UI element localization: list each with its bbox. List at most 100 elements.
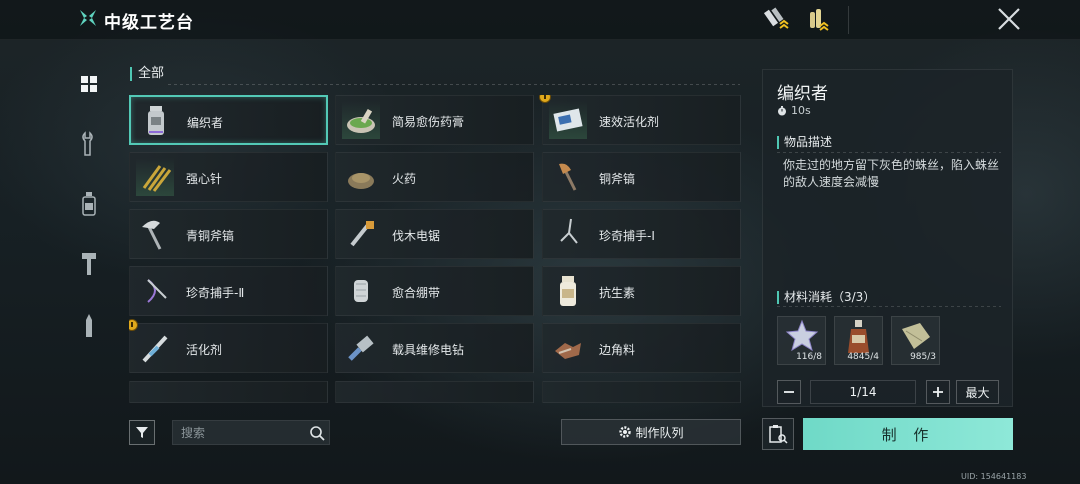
- workbench-logo-icon: [80, 10, 96, 26]
- bandage-icon: [354, 280, 368, 302]
- grabber-icon: [560, 218, 578, 244]
- close-icon[interactable]: [996, 6, 1022, 32]
- recipe-card-grabber-1[interactable]: 珍奇捕手-I: [542, 209, 741, 259]
- decrease-button[interactable]: [777, 380, 801, 404]
- recipe-label: 珍奇捕手-Ⅱ: [186, 286, 245, 300]
- section-divider: [168, 84, 740, 85]
- chainsaw-icon: [350, 221, 374, 247]
- grabber-bow-icon: [147, 279, 167, 303]
- recipe-label: 火药: [392, 172, 417, 186]
- craft-time-value: 10s: [791, 104, 811, 117]
- recipe-info-button[interactable]: [762, 418, 794, 450]
- craft-time: 10s: [777, 104, 811, 117]
- injector-icon: [142, 335, 168, 363]
- page-title: 中级工艺台: [104, 13, 194, 33]
- recipe-label: 载具维修电钻: [392, 343, 465, 357]
- search-input[interactable]: [181, 425, 309, 441]
- recipe-card-fast-activator[interactable]: 速效活化剂: [539, 95, 741, 145]
- section-title: 全部: [130, 67, 164, 81]
- material-slot[interactable]: 116/8: [777, 316, 826, 365]
- weaver-jar-icon: [148, 106, 164, 135]
- user-id: UID: 154641183: [961, 472, 1027, 481]
- description-divider: [777, 152, 1001, 153]
- gunpowder-icon: [348, 173, 374, 189]
- materials-divider: [777, 306, 1001, 307]
- recipe-card-grabber-2[interactable]: 珍奇捕手-Ⅱ: [129, 266, 328, 316]
- recipe-card-antibiotic[interactable]: 抗生素: [542, 266, 741, 316]
- activator-box-icon: [549, 101, 587, 139]
- material-count: 116/8: [796, 352, 822, 362]
- craft-button[interactable]: 制 作: [803, 418, 1013, 450]
- nav-hammers[interactable]: [74, 249, 104, 279]
- max-button[interactable]: 最大: [956, 380, 999, 404]
- wrench-icon: [82, 131, 93, 156]
- minus-icon: [784, 391, 794, 393]
- mortar-ointment-icon: [342, 101, 380, 139]
- recipe-card-activator[interactable]: 活化剂: [129, 319, 328, 373]
- craft-queue-button[interactable]: 制作队列: [561, 419, 741, 445]
- ammo-upgrade-icon[interactable]: [804, 6, 834, 34]
- recipe-card-gunpowder[interactable]: 火药: [335, 152, 534, 202]
- search-icon[interactable]: [309, 425, 325, 441]
- recipe-card-drill[interactable]: 载具维修电钻: [335, 323, 534, 373]
- recipe-card-scrap[interactable]: 边角料: [542, 323, 741, 373]
- material-count: 985/3: [910, 352, 936, 362]
- recipe-card-partial[interactable]: [335, 381, 534, 403]
- recipe-label: 愈合绷带: [392, 286, 441, 300]
- bronze-pickaxe-icon: [142, 220, 162, 250]
- recipe-label: 珍奇捕手-I: [599, 229, 655, 243]
- recipe-label: 抗生素: [599, 286, 636, 300]
- bullet-icon: [86, 314, 92, 337]
- description-heading: 物品描述: [777, 136, 832, 149]
- craft-queue-label: 制作队列: [635, 425, 684, 440]
- recipe-label: 速效活化剂: [599, 115, 660, 129]
- recipe-label: 边角料: [599, 343, 636, 357]
- star-crystal-icon: [785, 319, 819, 352]
- copper-axe-icon: [559, 163, 577, 191]
- recipe-card-partial[interactable]: [542, 381, 741, 403]
- recipe-label: 活化剂: [186, 343, 223, 357]
- recipe-card-bandage[interactable]: 愈合绷带: [335, 266, 534, 316]
- nav-consumables[interactable]: [74, 189, 104, 219]
- top-bar: 中级工艺台: [0, 0, 1080, 40]
- search-box: [172, 420, 330, 445]
- cloth-icon: [902, 323, 930, 349]
- tool-upgrade-icon[interactable]: [762, 6, 792, 34]
- nav-ammo[interactable]: [74, 311, 104, 341]
- recipe-card-ointment[interactable]: 简易愈伤药膏: [335, 95, 534, 145]
- recipe-label: 铜斧镐: [599, 172, 636, 186]
- recipe-card-bronze-pickaxe[interactable]: 青铜斧镐: [129, 209, 328, 259]
- pill-bottle-icon: [560, 276, 576, 306]
- filter-button[interactable]: [129, 420, 155, 445]
- fuel-bottle-icon: [848, 320, 869, 353]
- recipe-label: 青铜斧镐: [186, 229, 235, 243]
- item-detail-panel: 编织者 10s 物品描述 你走过的地方留下灰色的蛛丝，陷入蛛丝的敌人速度会减慢 …: [762, 69, 1013, 407]
- recipe-label: 伐木电锯: [392, 229, 441, 243]
- materials-heading: 材料消耗（3/3）: [777, 291, 875, 304]
- nav-tools[interactable]: [74, 129, 104, 159]
- nav-all[interactable]: [74, 69, 104, 99]
- scrap-icon: [555, 343, 581, 359]
- recipe-label: 编织者: [187, 116, 224, 130]
- recipe-card-adrenaline[interactable]: 强心针: [129, 152, 328, 202]
- detail-title: 编织者: [777, 84, 828, 104]
- gear-icon: [619, 426, 632, 438]
- syringes-icon: [136, 158, 174, 196]
- hammer-icon: [82, 253, 96, 275]
- recipe-label: 简易愈伤药膏: [392, 115, 465, 129]
- increase-button[interactable]: [926, 380, 950, 404]
- material-count: 4845/4: [847, 352, 879, 362]
- recipe-card-weaver[interactable]: 编织者: [129, 95, 328, 145]
- top-separator: [848, 6, 849, 34]
- recipe-label: 强心针: [186, 172, 223, 186]
- funnel-icon: [136, 427, 148, 438]
- timer-icon: [778, 105, 786, 115]
- recipe-card-partial[interactable]: [129, 381, 328, 403]
- item-description: 你走过的地方留下灰色的蛛丝，陷入蛛丝的敌人速度会减慢: [783, 158, 1000, 189]
- quantity-display: 1/14: [810, 380, 916, 404]
- material-slot[interactable]: 4845/4: [834, 316, 883, 365]
- grid-icon: [81, 76, 97, 92]
- recipe-card-chainsaw[interactable]: 伐木电锯: [335, 209, 534, 259]
- material-slot[interactable]: 985/3: [891, 316, 940, 365]
- recipe-card-copper-axe[interactable]: 铜斧镐: [542, 152, 741, 202]
